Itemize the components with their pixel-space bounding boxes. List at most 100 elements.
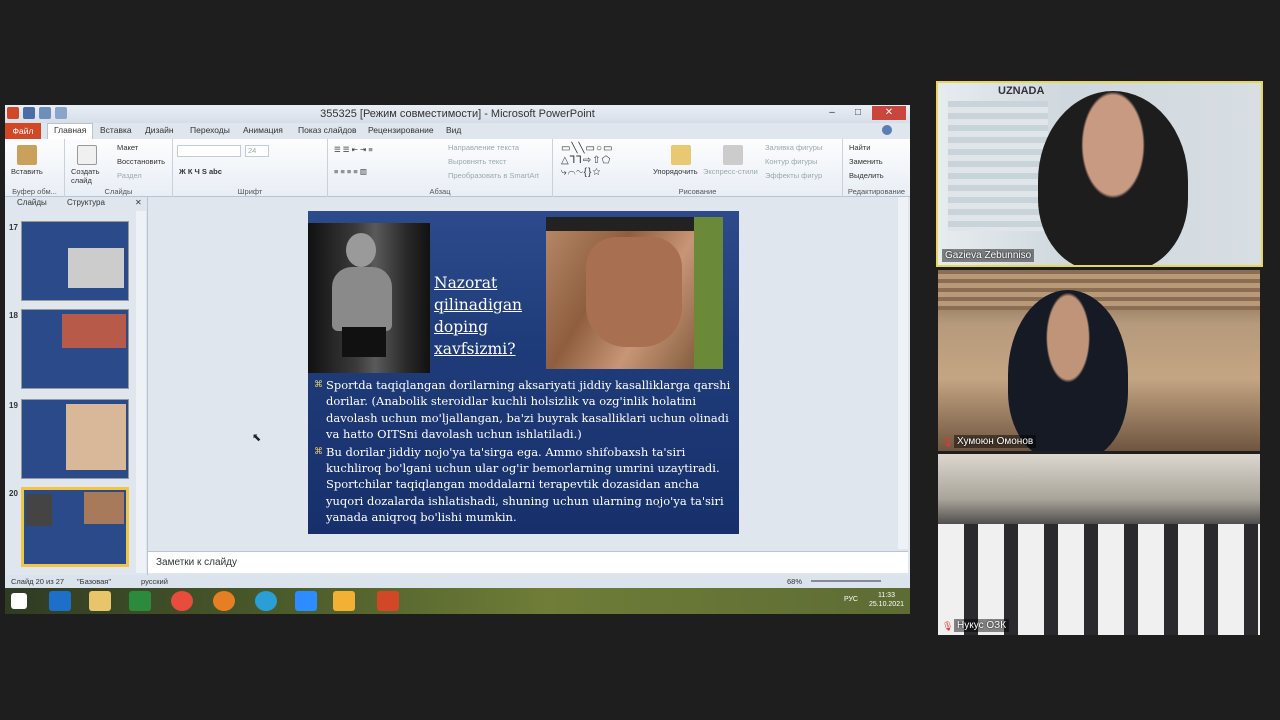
editing-label: Редактирование xyxy=(847,187,906,196)
powerpoint-window: 355325 [Режим совместимости] - Microsoft… xyxy=(5,105,910,614)
tab-outline[interactable]: Структура xyxy=(67,198,105,207)
close-button[interactable]: ✕ xyxy=(872,106,906,120)
language-indicator[interactable]: русский xyxy=(141,577,168,586)
shapes-gallery[interactable]: ▭╲╲▭○▭ △⅂⅂⇨⇧⬠ ⤷⌒∿{}☆ xyxy=(561,143,613,179)
quick-styles-button[interactable]: Экспресс-стили xyxy=(703,167,758,176)
notes-pane[interactable]: Заметки к слайду xyxy=(148,551,908,573)
outlook-icon[interactable] xyxy=(333,591,355,611)
clock[interactable]: 11:33 25.10.2021 xyxy=(869,591,904,609)
slides-pane: Слайды Структура ✕ 17 18 19 20 xyxy=(5,197,148,575)
slide-thumbnail-19[interactable] xyxy=(21,399,129,479)
replace-button[interactable]: Заменить xyxy=(849,157,883,166)
windows-taskbar: РУС 11:33 25.10.2021 xyxy=(5,588,910,614)
arrange-button[interactable]: Упорядочить xyxy=(653,167,698,176)
video-tile-participant3[interactable]: 🎙 Нукус ОЗК xyxy=(938,454,1260,635)
find-button[interactable]: Найти xyxy=(849,143,870,152)
help-icon[interactable] xyxy=(882,125,892,135)
select-button[interactable]: Выделить xyxy=(849,171,884,180)
video-tile-participant2[interactable]: 🎙 Хумоюн Омонов xyxy=(938,270,1260,451)
file-explorer-icon[interactable] xyxy=(89,591,111,611)
tab-file[interactable]: Файл xyxy=(5,123,41,139)
bullet-item: ⌘ Sportda taqiqlangan dorilarning aksariy… xyxy=(314,378,731,442)
text-direction-button[interactable]: Направление текста xyxy=(448,143,519,152)
participant-name: Нукус ОЗК xyxy=(954,619,1010,632)
browser-icon[interactable] xyxy=(213,591,235,611)
screen: { "window": {"title": "355325 [Режим сов… xyxy=(0,0,1280,720)
slide-thumbnail-18[interactable] xyxy=(21,309,129,389)
tab-slides[interactable]: Слайды xyxy=(17,198,47,207)
tab-insert[interactable]: Вставка xyxy=(100,125,132,135)
editing-group: Найти Заменить Выделить Редактирование xyxy=(843,139,910,197)
slide-title-line: qilinadigan xyxy=(434,296,523,314)
new-slide-icon[interactable] xyxy=(77,145,97,165)
tab-transitions[interactable]: Переходы xyxy=(190,125,230,135)
list-buttons[interactable]: ☰ ☰ ⇤ ⇥ ≡ xyxy=(334,145,373,154)
maximize-button[interactable]: □ xyxy=(846,106,870,120)
slide-title-line: Nazorat xyxy=(434,274,498,292)
muscular-back-image xyxy=(546,217,723,369)
slide-thumbnail-20[interactable] xyxy=(21,487,129,567)
arrange-icon[interactable] xyxy=(671,145,691,165)
ribbon: Вставить Буфер обм... Создать слайд Маке… xyxy=(5,139,910,197)
drawing-group: ▭╲╲▭○▭ △⅂⅂⇨⇧⬠ ⤷⌒∿{}☆ Упорядочить Экспресс-… xyxy=(553,139,843,197)
ribbon-tabs: Файл Главная Вставка Дизайн Переходы Ани… xyxy=(5,123,910,139)
paste-button[interactable]: Вставить xyxy=(11,167,43,176)
zoom-level[interactable]: 68% xyxy=(787,577,802,586)
telegram-icon[interactable] xyxy=(255,591,277,611)
zoom-slider[interactable] xyxy=(811,580,881,582)
slide-scrollbar[interactable] xyxy=(898,197,908,549)
minimize-button[interactable]: – xyxy=(820,106,844,120)
clipboard-group: Вставить Буфер обм... xyxy=(5,139,65,197)
theme-name: "Базовая" xyxy=(77,577,111,586)
bullet-item: ⌘ Bu dorilar jiddiy nojo'ya ta'sirga ega.… xyxy=(314,444,724,525)
slide-title-line: xavfsizmi? xyxy=(434,340,516,358)
status-bar: Слайд 20 из 27 "Базовая" русский 68% xyxy=(5,575,910,588)
clock-date: 25.10.2021 xyxy=(868,601,904,608)
align-buttons[interactable]: ≡ ≡ ≡ ≡ ▥ xyxy=(334,167,367,176)
tab-design[interactable]: Дизайн xyxy=(145,125,174,135)
shape-outline-button[interactable]: Контур фигуры xyxy=(765,157,817,166)
slide-counter: Слайд 20 из 27 xyxy=(11,577,65,586)
shape-fill-button[interactable]: Заливка фигуры xyxy=(765,143,822,152)
tab-home[interactable]: Главная xyxy=(47,123,94,139)
align-text-button[interactable]: Выровнять текст xyxy=(448,157,506,166)
tab-view[interactable]: Вид xyxy=(446,125,461,135)
slide-thumbnail-17[interactable] xyxy=(21,221,129,301)
clock-time: 11:33 xyxy=(877,592,895,599)
font-size-select[interactable]: 24 xyxy=(245,145,269,157)
layout-button[interactable]: Макет xyxy=(117,143,138,152)
input-language[interactable]: РУС xyxy=(844,596,858,603)
slide-number: 19 xyxy=(9,401,18,410)
powerpoint-taskbar-icon[interactable] xyxy=(377,591,399,611)
tab-slideshow[interactable]: Показ слайдов xyxy=(298,125,357,135)
zoom-icon[interactable] xyxy=(295,591,317,611)
slide[interactable]: Nazorat qilinadigan doping xavfsizmi? ⌘ S… xyxy=(308,211,739,534)
font-label: Шрифт xyxy=(237,187,263,196)
athlete-image xyxy=(308,223,430,373)
participant-name: Хумоюн Омонов xyxy=(954,435,1037,448)
store-icon[interactable] xyxy=(129,591,151,611)
chrome-icon[interactable] xyxy=(171,591,193,611)
bullet-icon: ⌘ xyxy=(314,446,323,457)
close-pane-icon[interactable]: ✕ xyxy=(135,198,142,207)
internet-explorer-icon[interactable] xyxy=(49,591,71,611)
tab-animation[interactable]: Анимация xyxy=(243,125,283,135)
new-slide-button[interactable]: Создать слайд xyxy=(71,167,111,185)
slide-title-line: doping xyxy=(434,318,489,336)
section-button[interactable]: Раздел xyxy=(117,171,142,180)
microphone-muted-icon: 🎙 xyxy=(942,437,954,447)
mouse-cursor-icon: ⬉ xyxy=(252,432,262,444)
video-tile-participant1[interactable]: UZNADA Gazieva Zebunniso xyxy=(936,81,1263,267)
shape-effects-button[interactable]: Эффекты фигур xyxy=(765,171,822,180)
windows-start-icon[interactable] xyxy=(11,593,27,609)
font-family-select[interactable] xyxy=(177,145,241,157)
bold-button[interactable]: Ж К Ч S abc xyxy=(179,167,222,176)
reset-button[interactable]: Восстановить xyxy=(117,157,165,166)
smartart-button[interactable]: Преобразовать в SmartArt xyxy=(448,171,539,180)
tab-review[interactable]: Рецензирование xyxy=(368,125,434,135)
slides-pane-scrollbar[interactable] xyxy=(136,211,146,573)
slide-canvas: Nazorat qilinadigan doping xavfsizmi? ⌘ S… xyxy=(148,197,908,549)
quick-styles-icon[interactable] xyxy=(723,145,743,165)
paste-icon[interactable] xyxy=(17,145,37,165)
paragraph-label: Абзац xyxy=(429,187,451,196)
